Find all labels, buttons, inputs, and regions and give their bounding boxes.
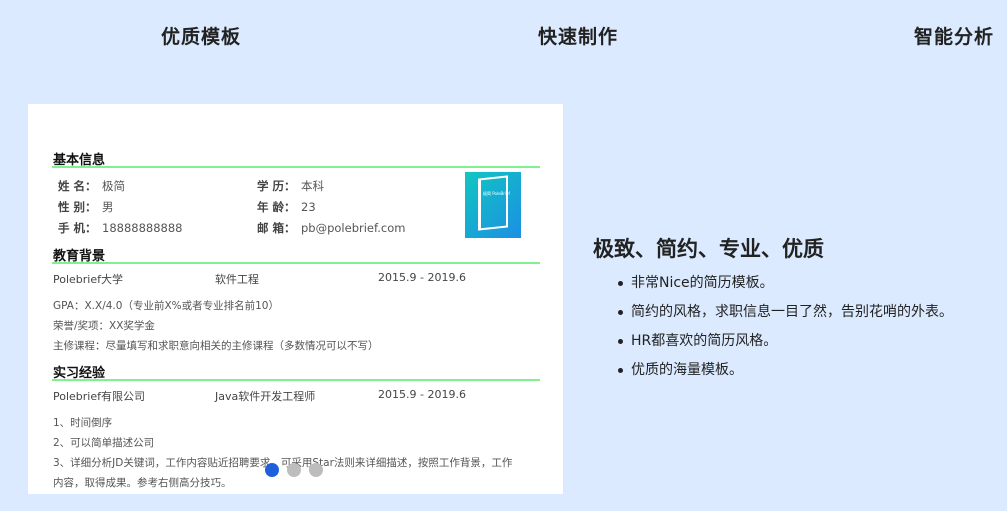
avatar-logo-text: 极简 PoleBrief [483, 191, 510, 196]
field-gender: 性 别： 男 [58, 199, 114, 215]
edu-major: 软件工程 [215, 273, 259, 286]
field-label: 性 别： [58, 200, 97, 214]
feature-item: 非常Nice的简历模板。 [593, 273, 953, 302]
feature-panel: 极致、简约、专业、优质 非常Nice的简历模板。 简约的风格，求职信息一目了然，… [593, 233, 953, 389]
section-divider [52, 262, 540, 264]
section-divider [52, 166, 540, 168]
carousel-indicators [265, 463, 323, 477]
bullet-icon [618, 310, 623, 315]
field-label: 姓 名： [58, 179, 97, 193]
feature-item-text: HR都喜欢的简历风格。 [631, 333, 778, 349]
feature-item-text: 优质的海量模板。 [631, 362, 743, 378]
carousel-dot-3[interactable] [309, 463, 323, 477]
feature-heading: 极致、简约、专业、优质 [593, 237, 824, 261]
field-email: 邮 箱： pb@polebrief.com [257, 220, 405, 236]
feature-item: HR都喜欢的简历风格。 [593, 331, 953, 360]
intern-line: 内容，取得成果。参考右侧高分技巧。 [53, 477, 232, 489]
feature-item: 简约的风格，求职信息一目了然，告别花哨的外表。 [593, 302, 953, 331]
intern-company: Polebrief有限公司 [53, 390, 145, 403]
tab-smart-analysis[interactable]: 智能分析 [914, 22, 994, 49]
field-label: 年 龄： [257, 200, 296, 214]
carousel-dot-2[interactable] [287, 463, 301, 477]
field-value: 23 [301, 200, 316, 214]
intern-role: Java软件开发工程师 [215, 390, 316, 403]
intern-line: 1、时间倒序 [53, 417, 113, 429]
field-name: 姓 名： 极简 [58, 178, 125, 194]
edu-awards: 荣誉/奖项：XX奖学金 [53, 320, 155, 332]
section-divider [52, 379, 540, 381]
field-age: 年 龄： 23 [257, 199, 316, 215]
field-value: 18888888888 [102, 221, 183, 235]
resume-preview-card: 基本信息 姓 名： 极简 性 别：男 手 机： 18888888888 学 历： 本科… [28, 104, 563, 494]
field-value: pb@polebrief.com [301, 221, 406, 235]
bullet-icon [618, 339, 623, 344]
intern-line: 2、可以简单描述公司 [53, 437, 155, 449]
field-value: 极简 [102, 179, 125, 193]
edu-courses: 主修课程：尽量填写和求职意向相关的主修课程（多数情况可以不写） [53, 340, 379, 352]
carousel-dot-1[interactable] [265, 463, 279, 477]
bullet-icon [618, 368, 623, 373]
feature-item-text: 简约的风格，求职信息一目了然，告别花哨的外表。 [631, 304, 953, 320]
field-value: 本科 [301, 179, 324, 193]
logo-frame-icon [478, 175, 508, 231]
field-education: 学 历： 本科 [257, 178, 324, 194]
feature-item-text: 非常Nice的简历模板。 [631, 275, 774, 291]
tab-quick-creation[interactable]: 快速制作 [538, 22, 618, 49]
edu-period: 2015.9 - 2019.6 [378, 271, 466, 284]
field-label: 学 历： [257, 179, 296, 193]
field-value: 男 [102, 200, 114, 214]
intern-period: 2015.9 - 2019.6 [378, 388, 466, 401]
feature-list: 非常Nice的简历模板。 简约的风格，求职信息一目了然，告别花哨的外表。 HR都… [593, 273, 953, 389]
edu-gpa: GPA：X.X/4.0（专业前X%或者专业排名前10） [53, 300, 279, 312]
field-label: 手 机： [58, 221, 97, 235]
avatar: 极简 PoleBrief [465, 172, 521, 238]
field-phone: 手 机： 18888888888 [58, 220, 182, 236]
tab-quality-templates[interactable]: 优质模板 [161, 22, 241, 49]
edu-school: Polebrief大学 [53, 273, 123, 286]
feature-item: 优质的海量模板。 [593, 360, 953, 389]
field-label: 邮 箱： [257, 221, 296, 235]
bullet-icon [618, 281, 623, 286]
